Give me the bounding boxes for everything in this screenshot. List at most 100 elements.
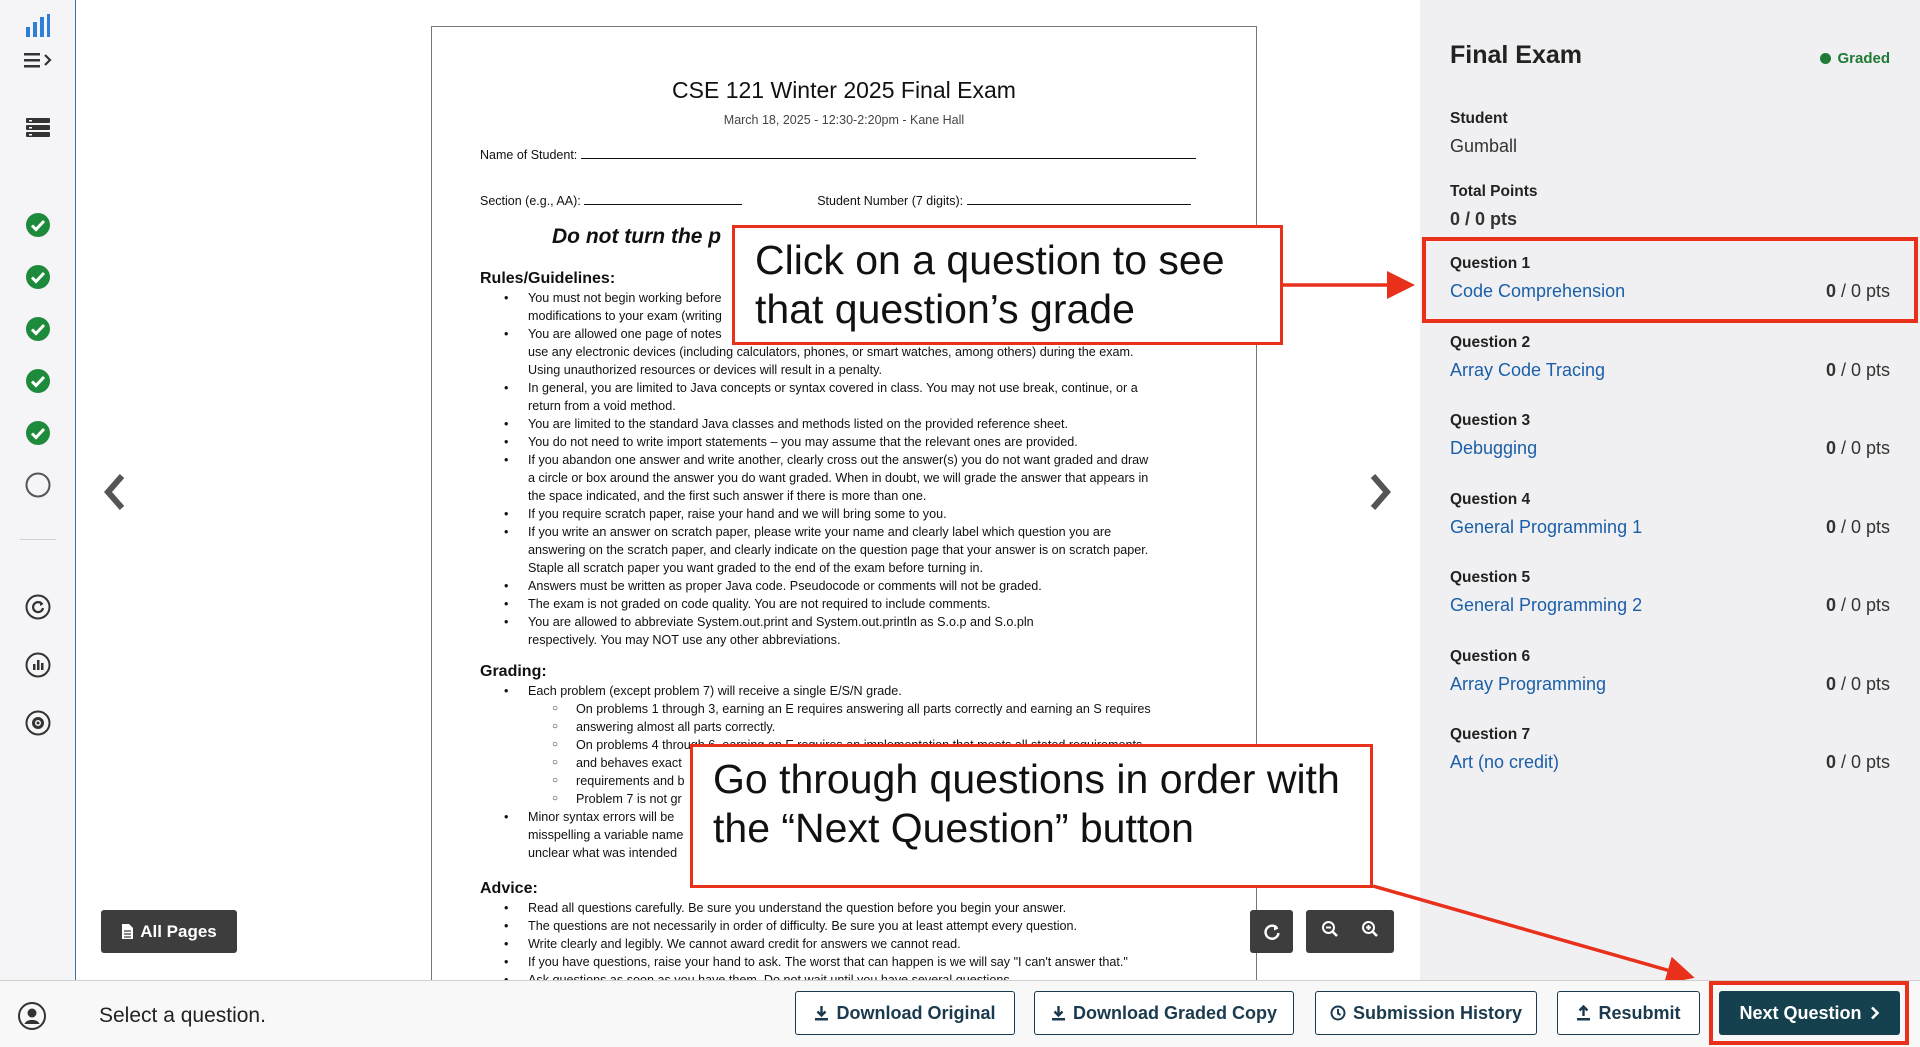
advice-item: Read all questions carefully. Be sure yo… — [480, 899, 1215, 917]
upload-icon — [1577, 1005, 1591, 1021]
question-number: Question 3 — [1450, 412, 1531, 429]
chevron-left-icon — [104, 474, 125, 510]
status-text: Select a question. — [99, 1004, 266, 1027]
status-label: Graded — [1837, 50, 1890, 67]
submission-history-label: Submission History — [1352, 1002, 1523, 1023]
rule-item: the space indicated, and the first such … — [528, 489, 927, 503]
section-field: Section (e.g., AA): Student Number (7 di… — [480, 193, 1191, 208]
question-link[interactable]: Art (no credit) — [1450, 752, 1559, 773]
name-line — [580, 147, 1196, 159]
zoom-in-button[interactable] — [1361, 920, 1379, 943]
question-link[interactable]: Array Programming — [1450, 674, 1606, 695]
question-item[interactable]: Question 7 Art (no credit) 0 / 0 pts — [1450, 726, 1890, 786]
statistics-icon[interactable] — [22, 649, 54, 681]
question-link[interactable]: Debugging — [1450, 438, 1537, 459]
advice-item: Write clearly and legibly. We cannot awa… — [480, 935, 1215, 953]
rule-item: use any electronic devices (including ca… — [528, 345, 1134, 359]
check-circle-icon[interactable] — [22, 417, 54, 449]
grading-item: On problems 1 through 3, earning an E re… — [480, 700, 1215, 718]
resubmit-button[interactable]: Resubmit — [1557, 991, 1700, 1035]
rule-item: If you write an answer on scratch paper,… — [480, 523, 1215, 541]
rules-heading: Rules/Guidelines: — [480, 270, 616, 287]
advice-item: The questions are not necessarily in ord… — [480, 917, 1215, 935]
question-link[interactable]: General Programming 2 — [1450, 595, 1642, 616]
left-rail — [0, 0, 76, 980]
question-number: Question 2 — [1450, 334, 1531, 351]
download-icon — [1051, 1006, 1065, 1021]
advice-heading: Advice: — [480, 880, 538, 897]
user-icon[interactable] — [17, 1001, 47, 1036]
download-original-button[interactable]: Download Original — [795, 991, 1015, 1035]
question-item[interactable]: Question 4 General Programming 1 0 / 0 p… — [1450, 491, 1890, 551]
total-points-label: Total Points — [1450, 183, 1538, 200]
rule-item: Answers must be written as proper Java c… — [480, 577, 1215, 595]
regrade-icon[interactable] — [22, 591, 54, 623]
question-score: 0 / 0 pts — [1825, 674, 1890, 694]
empty-circle-icon[interactable] — [22, 469, 54, 501]
student-number-line — [966, 193, 1191, 205]
question-number: Question 7 — [1450, 726, 1531, 743]
check-circle-icon[interactable] — [22, 313, 54, 345]
advice-item: If you have questions, raise your hand t… — [480, 953, 1215, 971]
question-1-highlight — [1422, 237, 1918, 323]
total-points-value: 0 / 0 pts — [1450, 209, 1518, 229]
question-item[interactable]: Question 5 General Programming 2 0 / 0 p… — [1450, 569, 1890, 629]
settings-icon[interactable] — [22, 707, 54, 739]
chevron-right-icon — [1370, 474, 1391, 510]
section-line — [584, 193, 743, 205]
clock-icon — [1330, 1005, 1346, 1021]
check-circle-icon[interactable] — [22, 365, 54, 397]
file-icon — [122, 924, 134, 939]
grading-item: Each problem (except problem 7) will rec… — [480, 682, 1215, 700]
download-original-label: Download Original — [836, 1002, 996, 1023]
zoom-out-icon — [1322, 921, 1338, 937]
all-pages-button[interactable]: All Pages — [101, 910, 237, 953]
rule-item: The exam is not graded on code quality. … — [480, 595, 1215, 613]
zoom-out-button[interactable] — [1321, 920, 1339, 943]
rule-item: Staple all scratch paper you want graded… — [528, 561, 984, 575]
check-circle-icon[interactable] — [22, 261, 54, 293]
rule-item: You do not need to write import statemen… — [480, 433, 1215, 451]
download-graded-copy-button[interactable]: Download Graded Copy — [1034, 991, 1294, 1035]
question-score: 0 / 0 pts — [1825, 517, 1890, 537]
status-dot-icon — [1820, 53, 1832, 64]
rule-item: You are allowed to abbreviate System.out… — [480, 613, 1215, 631]
zoom-in-icon — [1362, 921, 1378, 937]
question-item[interactable]: Question 6 Array Programming 0 / 0 pts — [1450, 648, 1890, 708]
question-score: 0 / 0 pts — [1825, 595, 1890, 615]
name-field: Name of Student: — [480, 147, 1196, 162]
question-item[interactable]: Question 2 Array Code Tracing 0 / 0 pts — [1450, 334, 1890, 394]
submission-history-button[interactable]: Submission History — [1315, 991, 1537, 1035]
rule-item: In general, you are limited to Java conc… — [480, 379, 1215, 397]
rule-item: If you require scratch paper, raise your… — [480, 505, 1215, 523]
all-pages-label: All Pages — [140, 921, 217, 941]
bar-chart-icon[interactable] — [22, 10, 54, 42]
rotate-button[interactable] — [1250, 910, 1293, 953]
section-label: Section (e.g., AA): — [480, 194, 581, 208]
menu-expand-icon[interactable] — [22, 44, 54, 76]
check-circle-icon[interactable] — [22, 209, 54, 241]
assignment-title: Final Exam — [1450, 41, 1582, 69]
next-page-button[interactable] — [1362, 468, 1398, 516]
previous-page-button[interactable] — [97, 468, 133, 516]
advice-list: Read all questions carefully. Be sure yo… — [480, 899, 1215, 980]
student-name: Gumball — [1450, 136, 1518, 156]
outline-icon[interactable] — [22, 111, 54, 143]
exam-subtitle: March 18, 2025 - 12:30-2:20pm - Kane Hal… — [723, 113, 965, 127]
rule-item: You are limited to the standard Java cla… — [480, 415, 1215, 433]
question-link[interactable]: General Programming 1 — [1450, 517, 1642, 538]
question-score: 0 / 0 pts — [1825, 438, 1890, 458]
question-score: 0 / 0 pts — [1825, 360, 1890, 380]
question-number: Question 4 — [1450, 491, 1531, 508]
grading-item: answering almost all parts correctly. — [480, 718, 1215, 736]
rotate-icon — [1263, 924, 1280, 940]
advice-item: Ask questions as soon as you have them. … — [480, 971, 1215, 980]
next-question-highlight — [1709, 981, 1909, 1045]
status-badge: Graded — [1820, 50, 1890, 67]
question-link[interactable]: Array Code Tracing — [1450, 360, 1605, 381]
grade-panel: Final Exam Graded Student Gumball Total … — [1420, 0, 1920, 980]
rule-item: respectively. You may NOT use any other … — [528, 633, 841, 647]
exam-title: CSE 121 Winter 2025 Final Exam — [672, 77, 1016, 103]
question-item[interactable]: Question 3 Debugging 0 / 0 pts — [1450, 412, 1890, 472]
question-number: Question 6 — [1450, 648, 1531, 665]
